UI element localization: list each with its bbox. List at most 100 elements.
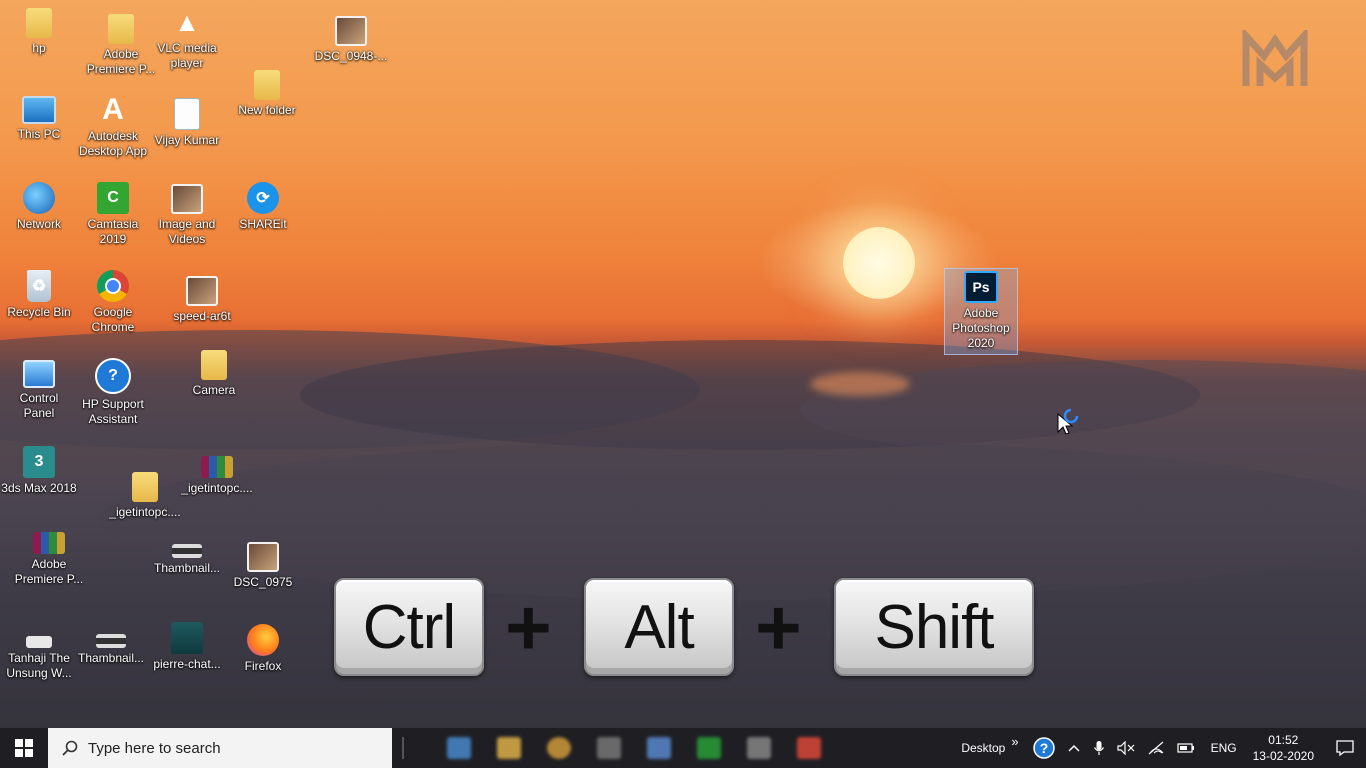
desktop-icon-new-folder[interactable]: New folder xyxy=(228,70,306,118)
taskbar-app-camtasia[interactable] xyxy=(684,728,734,768)
winrar-icon xyxy=(201,456,233,478)
app-icon xyxy=(747,737,771,759)
folder-icon xyxy=(497,737,521,759)
action-center-button[interactable] xyxy=(1336,739,1354,757)
desktop-icon-hp[interactable]: hp xyxy=(0,8,78,56)
icon-label: Camtasia 2019 xyxy=(87,217,139,246)
control-panel-icon xyxy=(23,360,55,388)
taskbar-app-generic[interactable] xyxy=(734,728,784,768)
desktop-icon-speed[interactable]: speed-ar6t xyxy=(163,276,241,324)
help-tray-button[interactable]: ? xyxy=(1032,737,1055,759)
input-language-button[interactable]: ENG xyxy=(1211,741,1237,755)
taskbar-app-recorder[interactable] xyxy=(784,728,834,768)
volume-muted-icon xyxy=(1116,741,1135,755)
vlc-cone-icon: ▲ xyxy=(174,6,200,37)
icon-label: speed-ar6t xyxy=(173,309,231,323)
taskbar-divider xyxy=(402,737,404,759)
toolbar-overflow-button[interactable]: » xyxy=(1011,734,1018,749)
desktop-icon-tanhaji[interactable]: Tanhaji The Unsung W... xyxy=(0,636,78,681)
desktop-icon-control-panel[interactable]: Control Panel xyxy=(0,360,78,421)
clock-time: 01:52 xyxy=(1268,733,1299,747)
document-icon: ≡ xyxy=(174,98,200,130)
desktop-wallpaper[interactable]: hp This PC Network ♻ Recycle Bin Control… xyxy=(0,0,1366,728)
globe-icon xyxy=(23,182,55,214)
system-tray: Desktop » ? ENG 01:52 13-02-2020 xyxy=(955,728,1366,768)
desktop-icon-photoshop[interactable]: Ps Adobe Photoshop 2020 xyxy=(944,268,1018,355)
start-button[interactable] xyxy=(0,728,48,768)
clock[interactable]: 01:52 13-02-2020 xyxy=(1253,732,1314,764)
desktop-icon-pierre[interactable]: pierre-chat... xyxy=(148,622,226,672)
windows-logo-icon xyxy=(15,739,33,757)
desktop-icon-vijay-kumar[interactable]: ≡ Vijay Kumar xyxy=(148,98,226,148)
microphone-icon xyxy=(1093,741,1104,755)
icon-label: Firefox xyxy=(244,659,282,673)
battery-icon xyxy=(1176,743,1194,753)
icon-label: Adobe Photoshop 2020 xyxy=(952,306,1010,350)
desktop-icon-autodesk[interactable]: A Autodesk Desktop App xyxy=(74,93,152,159)
desktop-icon-this-pc[interactable]: This PC xyxy=(0,96,78,142)
icon-label: pierre-chat... xyxy=(153,657,221,671)
shift-key: Shift xyxy=(834,578,1034,676)
folder-icon xyxy=(171,184,203,214)
desktop-icon-thumbnail-2[interactable]: Thambnail... xyxy=(72,634,150,666)
desktop-icon-thumbnail-1[interactable]: Thambnail... xyxy=(148,544,226,576)
icon-label: SHAREit xyxy=(239,217,287,231)
sun xyxy=(843,227,915,299)
image-icon xyxy=(171,622,203,654)
icon-label: DSC_0975 xyxy=(233,575,293,589)
help-icon: ? xyxy=(1032,737,1055,759)
notification-icon xyxy=(1336,740,1354,757)
desktop-icon-hp-support[interactable]: ? HP Support Assistant xyxy=(74,358,152,427)
desktop-icon-camera[interactable]: Camera xyxy=(175,350,253,398)
desktop-icon-igetintopc-folder[interactable]: _igetintopc.... xyxy=(106,472,184,520)
desktop-icon-dsc0948[interactable]: DSC_0948-... xyxy=(312,16,390,64)
store-icon xyxy=(647,737,671,759)
taskbar-app-camera[interactable] xyxy=(584,728,634,768)
icon-label: Adobe Premiere P... xyxy=(14,557,84,586)
taskbar-app-folder[interactable] xyxy=(484,728,534,768)
svg-text:?: ? xyxy=(1039,740,1048,756)
alt-key: Alt xyxy=(584,578,734,676)
icon-label: New folder xyxy=(238,103,296,117)
microphone-button[interactable] xyxy=(1093,740,1105,756)
image-icon xyxy=(172,544,202,558)
desktop-icon-igetintopc-rar[interactable]: _igetintopc.... xyxy=(178,456,256,496)
icon-label: Thambnail... xyxy=(77,651,145,665)
network-button[interactable] xyxy=(1147,741,1165,755)
camtasia-icon xyxy=(697,737,721,759)
plus-sign: + xyxy=(505,583,552,672)
desktop-icon-network[interactable]: Network xyxy=(0,182,78,232)
taskbar-app-store[interactable] xyxy=(634,728,684,768)
chrome-icon xyxy=(547,737,571,759)
desktop-icon-vlc[interactable]: ▲ VLC media player xyxy=(148,6,226,71)
desktop-icon-3ds-max[interactable]: 3 3ds Max 2018 xyxy=(0,446,78,496)
volume-button[interactable] xyxy=(1116,741,1135,755)
desktop-icon-image-and-videos[interactable]: Image and Videos xyxy=(148,184,226,247)
icon-label: Recycle Bin xyxy=(7,305,71,319)
taskbar-app-chrome[interactable] xyxy=(534,728,584,768)
desktop-icon-shareit[interactable]: ⟳ SHAREit xyxy=(224,182,302,232)
taskbar-search-box[interactable]: Type here to search xyxy=(48,728,392,768)
taskbar-app-file-explorer[interactable] xyxy=(434,728,484,768)
wifi-icon xyxy=(1148,741,1163,755)
plus-sign: + xyxy=(755,583,802,672)
photoshop-icon: Ps xyxy=(964,271,998,303)
desktop-icon-adobe-premiere-rar[interactable]: Adobe Premiere P... xyxy=(10,532,88,587)
desktop-icon-firefox[interactable]: Firefox xyxy=(224,624,302,674)
icon-label: _igetintopc.... xyxy=(109,505,181,519)
folder-icon xyxy=(254,70,280,100)
icon-label: hp xyxy=(32,41,46,55)
taskbar: Type here to search Desktop » ? ENG 01:5… xyxy=(0,728,1366,768)
autodesk-icon: A xyxy=(102,93,124,126)
icon-label: Tanhaji The Unsung W... xyxy=(6,651,72,680)
desktop-icon-recycle-bin[interactable]: ♻ Recycle Bin xyxy=(0,270,78,320)
firefox-icon xyxy=(247,624,279,656)
show-hidden-icons-button[interactable] xyxy=(1067,743,1081,753)
image-icon xyxy=(96,634,126,648)
battery-button[interactable] xyxy=(1176,742,1195,754)
desktop-icon-chrome[interactable]: Google Chrome xyxy=(74,270,152,335)
desktop-icon-camtasia[interactable]: C Camtasia 2019 xyxy=(74,182,152,247)
desktop-toolbar[interactable]: Desktop xyxy=(961,741,1005,755)
folder-icon xyxy=(108,14,134,44)
desktop-icon-dsc0975[interactable]: DSC_0975 xyxy=(224,542,302,590)
